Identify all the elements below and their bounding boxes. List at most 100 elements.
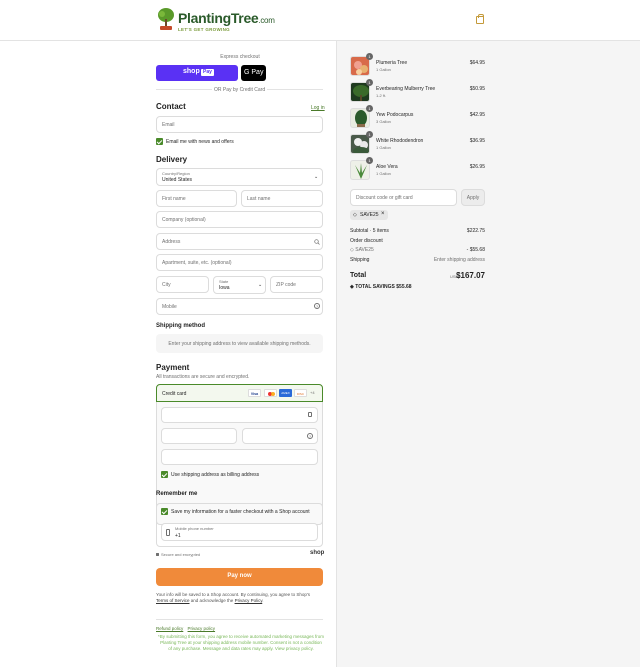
login-link[interactable]: Log in [311, 105, 325, 111]
divider [156, 89, 212, 90]
item-name: Yew Podocarpus [376, 112, 414, 118]
payment-subtitle: All transactions are secure and encrypte… [156, 374, 250, 380]
apartment-field[interactable]: Apartment, suite, etc. (optional) [156, 254, 323, 271]
tree-logo-icon [156, 7, 176, 31]
search-icon [314, 239, 320, 245]
discount-code-field[interactable]: Discount code or gift card [350, 189, 457, 206]
discover-icon: DISC [294, 389, 307, 397]
brand-tagline: LET'S GET GROWING [178, 27, 230, 32]
item-name: Everbearing Mulberry Tree [376, 86, 436, 92]
item-price: $36.95 [469, 138, 485, 144]
privacy-policy-footer-link[interactable]: Privacy policy [188, 626, 216, 631]
order-discount-label: Order discount [350, 238, 383, 244]
chevron-down-icon: ⌄ [314, 174, 319, 180]
shipping-value: Enter shipping address [433, 257, 485, 263]
item-price: $64.95 [469, 60, 485, 66]
state-select[interactable]: State Iowa ⌄ [213, 276, 266, 294]
company-field[interactable]: Company (optional) [156, 211, 323, 228]
amex-icon: AMEX [279, 389, 292, 397]
news-label: Email me with news and offers [166, 139, 234, 145]
email-field[interactable]: Email [156, 116, 323, 133]
quantity-badge: 1 [366, 79, 373, 86]
order-discount-value: - $55.68 [466, 247, 485, 253]
item-price: $50.95 [469, 86, 485, 92]
lock-icon [308, 412, 312, 417]
item-variant: 1-2 ft. [376, 93, 387, 98]
remember-me-title: Remember me [156, 491, 198, 497]
item-name: Aloe Vera [376, 164, 398, 170]
shop-pay-button[interactable]: shop Pay [156, 65, 238, 81]
zip-field[interactable]: ZIP code [270, 276, 323, 293]
tag-icon: ◇ [353, 212, 357, 218]
total-label: Total [350, 272, 367, 279]
mastercard-icon [264, 389, 277, 397]
item-variant: 1 Gallon [376, 145, 391, 150]
order-summary: 1 Plumeria Tree 1 Gallon $64.95 1 Everbe… [336, 41, 640, 667]
last-name-field[interactable]: Last name [241, 190, 323, 207]
card-number-field[interactable] [161, 407, 318, 423]
mobile-field[interactable]: Mobile ? [156, 298, 323, 315]
visa-icon: Visa [248, 389, 261, 397]
or-divider-label: OR Pay by Credit Card [214, 87, 266, 93]
checkout-form: Express checkout shop Pay G Pay OR Pay b… [0, 41, 336, 667]
quantity-badge: 1 [366, 105, 373, 112]
save-info-checkbox[interactable] [161, 508, 168, 515]
billing-checkbox[interactable] [161, 471, 168, 478]
pay-now-button[interactable]: Pay now [156, 568, 323, 586]
country-select[interactable]: Country/Region United States ⌄ [156, 168, 323, 186]
shopping-bag-icon[interactable] [476, 14, 484, 24]
shipping-method-title: Shipping method [156, 323, 205, 329]
refund-policy-link[interactable]: Refund policy [156, 626, 183, 631]
item-variant: 1 Gallon [376, 67, 391, 72]
google-pay-button[interactable]: G Pay [241, 65, 266, 81]
help-icon: ? [314, 303, 320, 309]
privacy-policy-link[interactable]: Privacy Policy [235, 598, 263, 603]
security-code-field[interactable]: ? [242, 428, 318, 444]
marketing-disclaimer: *By submitting this form, you agree to r… [157, 634, 325, 651]
payment-title: Payment [156, 363, 190, 372]
terms-text: Your info will be saved to a Shop accoun… [156, 592, 311, 603]
divider [267, 89, 323, 90]
help-icon: ? [307, 433, 313, 439]
secure-label: Secure and encrypted [161, 552, 201, 557]
shipping-label: Shipping [350, 257, 370, 263]
terms-of-service-link[interactable]: Terms of Service [156, 598, 190, 603]
subtotal-value: $222.75 [466, 228, 485, 234]
item-variant: 1 Gallon [376, 171, 391, 176]
lock-icon [156, 553, 159, 556]
address-field[interactable]: Address [156, 233, 323, 250]
item-name: Plumeria Tree [376, 60, 408, 66]
shop-logo: shop [310, 550, 325, 556]
apply-button[interactable]: Apply [461, 189, 485, 206]
item-price: $26.95 [469, 164, 485, 170]
footer-divider [156, 619, 323, 620]
subtotal-label: Subtotal · 5 items [350, 228, 389, 234]
item-variant: 3 Gallon [376, 119, 391, 124]
delivery-title: Delivery [156, 155, 188, 164]
billing-label: Use shipping address as billing address [171, 472, 260, 478]
news-checkbox[interactable] [156, 138, 163, 145]
brand-logo[interactable]: PlantingTree.com LET'S GET GROWING [156, 7, 275, 32]
expiry-field[interactable] [161, 428, 237, 444]
city-field[interactable]: City [156, 276, 209, 293]
save-info-label: Save my information for a faster checkou… [171, 509, 310, 515]
phone-field[interactable]: Mobile phone number +1 [161, 523, 318, 541]
footer-links: Refund policy Privacy policy [156, 626, 215, 631]
name-on-card-field[interactable] [161, 449, 318, 465]
phone-icon [166, 529, 170, 536]
item-name: White Rhododendron [376, 138, 424, 144]
quantity-badge: 1 [366, 157, 373, 164]
first-name-field[interactable]: First name [156, 190, 237, 207]
discount-tag: ◇ SAVE25 × [350, 210, 388, 220]
total-savings: ◈ TOTAL SAVINGS $55.68 [350, 284, 412, 290]
credit-card-option[interactable]: Credit card Visa AMEX DISC +4 [156, 384, 323, 402]
chevron-down-icon: ⌄ [258, 282, 263, 288]
remove-discount-icon[interactable]: × [381, 211, 385, 217]
contact-title: Contact [156, 102, 186, 111]
item-price: $42.95 [469, 112, 485, 118]
total-value: $167.07 [456, 271, 485, 280]
quantity-badge: 1 [366, 131, 373, 138]
shipping-notice: Enter your shipping address to view avai… [156, 334, 323, 353]
order-discount-code: ◇ SAVE25 [350, 247, 374, 253]
quantity-badge: 1 [366, 53, 373, 60]
